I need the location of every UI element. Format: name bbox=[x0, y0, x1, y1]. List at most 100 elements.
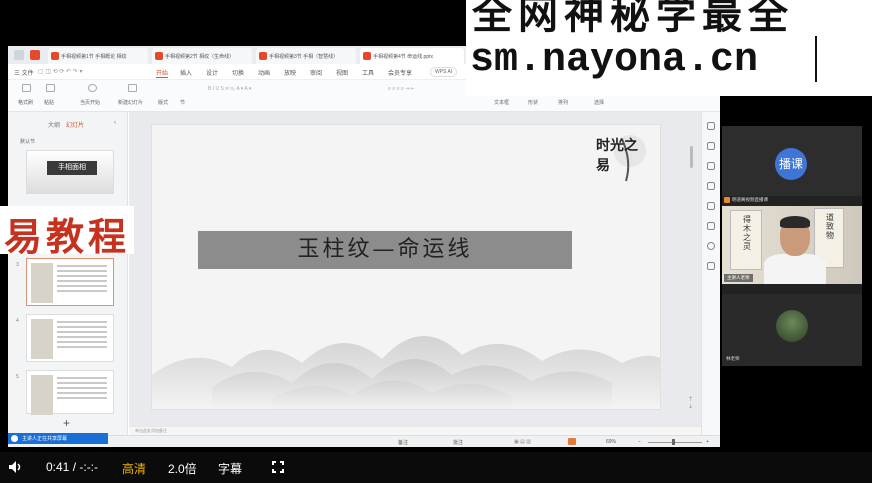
paste-label[interactable]: 粘贴 bbox=[44, 99, 54, 106]
tab-lesson-4[interactable]: 手相视频第4节 命运线.pptx bbox=[360, 48, 464, 64]
more-icon[interactable] bbox=[707, 262, 715, 270]
tab-slides[interactable]: 幻灯片 bbox=[66, 120, 84, 129]
tab-outline[interactable]: 大纲 bbox=[48, 120, 60, 129]
right-toolbar bbox=[701, 112, 720, 435]
fs-corner bbox=[280, 461, 284, 465]
screen-share-bar[interactable]: 主讲人正在共享屏幕 bbox=[8, 433, 108, 444]
wps-logo-icon[interactable] bbox=[14, 50, 24, 60]
zoom-slider-knob[interactable] bbox=[672, 439, 675, 445]
deco-text: 时光之易 bbox=[596, 138, 638, 174]
scroll-left-text: 得木之灵 bbox=[743, 215, 751, 251]
screen-share-label: 主讲人正在共享屏幕 bbox=[22, 436, 68, 442]
page-nav-icon[interactable]: ⇡ ⇣ bbox=[688, 396, 693, 410]
zoom-slider[interactable] bbox=[648, 442, 702, 443]
zoom-value: 69% bbox=[606, 439, 617, 445]
menu-review[interactable]: 审阅 bbox=[310, 68, 322, 77]
add-slide-icon[interactable]: + bbox=[63, 416, 70, 430]
menu-member[interactable]: 会员专享 bbox=[388, 68, 412, 77]
thumb-image bbox=[31, 375, 53, 415]
section-default[interactable]: 默认节 bbox=[20, 138, 35, 145]
arrange-label[interactable]: 排列 bbox=[558, 99, 568, 106]
slide-title: 玉柱纹—命运线 bbox=[297, 237, 473, 262]
person-hair bbox=[780, 216, 810, 228]
teacher-video[interactable]: 得木之灵 道 致 物 主讲人老师 bbox=[722, 206, 862, 284]
layout-label[interactable]: 版式 bbox=[158, 99, 168, 106]
thumb-image bbox=[31, 263, 53, 303]
menu-transition[interactable]: 切换 bbox=[232, 68, 244, 77]
slide-title-bar: 玉柱纹—命运线 bbox=[198, 231, 572, 269]
start-current-label[interactable]: 当页开始 bbox=[80, 99, 100, 106]
shape-icon[interactable] bbox=[707, 182, 715, 190]
collapse-pane-icon[interactable]: ‹ bbox=[114, 120, 116, 126]
slide-thumb-5[interactable] bbox=[26, 370, 114, 415]
quick-access-icons[interactable]: ▢ ◫ ⟲ ⟳ ↶ ↷ ▾ bbox=[38, 68, 82, 75]
volume-icon[interactable] bbox=[8, 460, 24, 474]
slideshow-icon[interactable] bbox=[568, 438, 576, 445]
screen: 手相视频第1节 手相概论 相纹 手相视频第2节 相纹（生命线） 手相视频第3节 … bbox=[0, 0, 872, 483]
paragraph-controls[interactable]: ≡ ≡ ≡ ≡ ⇥ ⇤ bbox=[388, 86, 415, 92]
new-slide-icon[interactable] bbox=[128, 84, 137, 92]
thumb-text-lines bbox=[57, 321, 107, 351]
watermark-line1: 全网神秘学最全 bbox=[472, 0, 794, 37]
format-painter-icon[interactable] bbox=[22, 84, 31, 92]
text-cursor bbox=[815, 36, 817, 82]
speed-button[interactable]: 2.0倍 bbox=[168, 460, 197, 477]
format-painter-label[interactable]: 格式刷 bbox=[18, 99, 33, 106]
canvas-scrollbar[interactable] bbox=[690, 146, 693, 168]
home-icon[interactable] bbox=[30, 50, 40, 60]
slide-main[interactable]: 玉柱纹—命运线 时光之易 bbox=[151, 124, 661, 410]
grid-icon[interactable] bbox=[707, 222, 715, 230]
participant-name: 林老师 bbox=[726, 356, 740, 361]
participant-tile[interactable]: 林老师 bbox=[722, 294, 862, 366]
notes-area[interactable]: 单击此处添加备注 bbox=[129, 426, 701, 435]
subtitle-button[interactable]: 字幕 bbox=[218, 460, 242, 477]
select-label[interactable]: 选择 bbox=[594, 99, 604, 106]
notes-placeholder: 单击此处添加备注 bbox=[135, 428, 167, 433]
menu-home[interactable]: 开始 bbox=[156, 68, 169, 78]
new-slide-label[interactable]: 新建幻灯片 bbox=[118, 99, 143, 106]
notes-toggle[interactable]: 备注 bbox=[398, 439, 408, 446]
menu-view[interactable]: 视图 bbox=[336, 68, 348, 77]
shape-label[interactable]: 形状 bbox=[528, 99, 538, 106]
slide-thumb-1[interactable]: 手相面相 bbox=[26, 150, 114, 194]
host-role-icon bbox=[724, 197, 730, 203]
slide-thumb-3[interactable] bbox=[26, 258, 114, 306]
help-icon[interactable] bbox=[707, 242, 715, 250]
fullscreen-icon[interactable] bbox=[272, 461, 284, 473]
paste-icon[interactable] bbox=[46, 84, 55, 92]
menu-file[interactable]: 三 文件 bbox=[14, 68, 34, 77]
menu-design[interactable]: 设计 bbox=[206, 68, 218, 77]
zoom-out-icon[interactable]: − bbox=[638, 439, 641, 445]
teacher-name: 主讲人老师 bbox=[724, 274, 753, 282]
comment-toggle[interactable]: 批注 bbox=[453, 439, 463, 446]
watermark-line2: sm.nayona.cn bbox=[470, 38, 759, 83]
tab-lesson-1[interactable]: 手相视频第1节 手相概论 相纹 bbox=[48, 48, 148, 64]
participant-avatar bbox=[776, 310, 808, 342]
font-controls[interactable]: B I U S x² x₂ A ▾ A ▾ bbox=[208, 86, 251, 92]
tab-lesson-3[interactable]: 手相视频第3节 手相（智慧线） bbox=[256, 48, 356, 64]
settings-icon[interactable] bbox=[707, 202, 715, 210]
star-icon[interactable] bbox=[707, 142, 715, 150]
quality-button[interactable]: 高清 bbox=[122, 460, 146, 477]
sidebar-icon-1[interactable] bbox=[707, 122, 715, 130]
wps-ai-button[interactable]: WPS AI bbox=[430, 67, 458, 77]
slide-thumbnail-pane: 大纲 幻灯片 ‹ 默认节 手相面相 3 4 5 + bbox=[8, 112, 128, 435]
menu-tools[interactable]: 工具 bbox=[362, 68, 374, 77]
menu-animation[interactable]: 动画 bbox=[258, 68, 270, 77]
fs-corner bbox=[280, 469, 284, 473]
zoom-in-icon[interactable]: + bbox=[706, 439, 709, 445]
tab-lesson-2[interactable]: 手相视频第2节 相纹（生命线） bbox=[152, 48, 252, 64]
play-icon[interactable] bbox=[88, 84, 97, 92]
slide-number-3: 3 bbox=[16, 262, 19, 268]
view-icons[interactable]: ▣ ▤ ▥ bbox=[514, 439, 531, 445]
host-tile[interactable]: 播课 bbox=[722, 126, 862, 196]
status-bar: 备注 批注 ▣ ▤ ▥ 69% − + bbox=[8, 435, 720, 447]
textbox-label[interactable]: 文本框 bbox=[494, 99, 509, 106]
menu-insert[interactable]: 插入 bbox=[180, 68, 192, 77]
ppt-file-icon bbox=[363, 52, 371, 60]
slide-thumb-4[interactable] bbox=[26, 314, 114, 362]
menu-slideshow[interactable]: 放映 bbox=[284, 68, 296, 77]
scroll-right-text: 道 致 物 bbox=[826, 213, 834, 240]
copy-icon[interactable] bbox=[707, 162, 715, 170]
section-label[interactable]: 节 bbox=[180, 99, 185, 106]
